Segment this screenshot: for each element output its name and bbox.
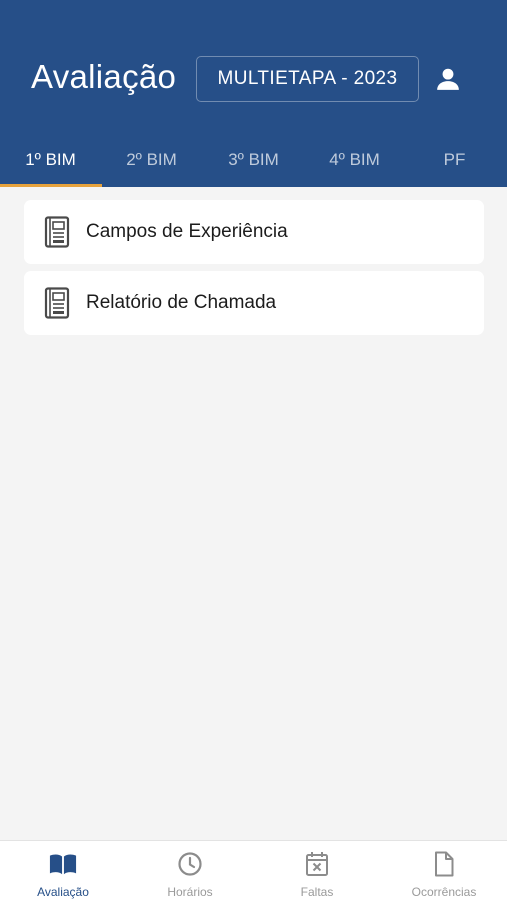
- document-icon: [430, 851, 458, 877]
- nav-label: Ocorrências: [411, 885, 477, 899]
- tab-4-bim[interactable]: 4º BIM: [304, 132, 405, 187]
- stage-selector-button[interactable]: MULTIETAPA - 2023: [196, 56, 419, 102]
- nav-ocorrencias[interactable]: Ocorrências: [381, 841, 507, 900]
- book-open-icon: [49, 851, 77, 877]
- nav-label: Avaliação: [37, 885, 89, 899]
- list-item-label: Relatório de Chamada: [86, 292, 277, 313]
- user-icon: [437, 68, 459, 90]
- active-tab-indicator: [0, 184, 102, 187]
- tab-1-bim[interactable]: 1º BIM: [0, 132, 101, 187]
- notebook-icon: [42, 215, 72, 249]
- nav-faltas[interactable]: Faltas: [254, 841, 380, 900]
- notebook-icon: [42, 286, 72, 320]
- tab-3-bim[interactable]: 3º BIM: [203, 132, 304, 187]
- calendar-x-icon: [303, 851, 331, 877]
- list-item-relatorio-de-chamada[interactable]: Relatório de Chamada: [24, 271, 484, 335]
- nav-horarios[interactable]: Horários: [127, 841, 253, 900]
- app-screen: Avaliação MULTIETAPA - 2023 1º BIM 2º BI…: [0, 0, 507, 900]
- clock-icon: [176, 851, 204, 877]
- nav-label: Horários: [167, 885, 213, 899]
- nav-avaliacao[interactable]: Avaliação: [0, 841, 126, 900]
- list-item-campos-de-experiencia[interactable]: Campos de Experiência: [24, 200, 484, 264]
- user-button[interactable]: [433, 64, 463, 94]
- tab-pf[interactable]: PF: [404, 132, 505, 187]
- bimester-tabs: 1º BIM 2º BIM 3º BIM 4º BIM PF: [0, 132, 507, 187]
- tab-2-bim[interactable]: 2º BIM: [101, 132, 202, 187]
- nav-label: Faltas: [300, 885, 334, 899]
- bottom-navigation: Avaliação Horários Faltas Ocorrências: [0, 840, 507, 900]
- header: Avaliação MULTIETAPA - 2023 1º BIM 2º BI…: [0, 0, 507, 187]
- page-title: Avaliação: [31, 58, 177, 95]
- list-item-label: Campos de Experiência: [86, 221, 288, 242]
